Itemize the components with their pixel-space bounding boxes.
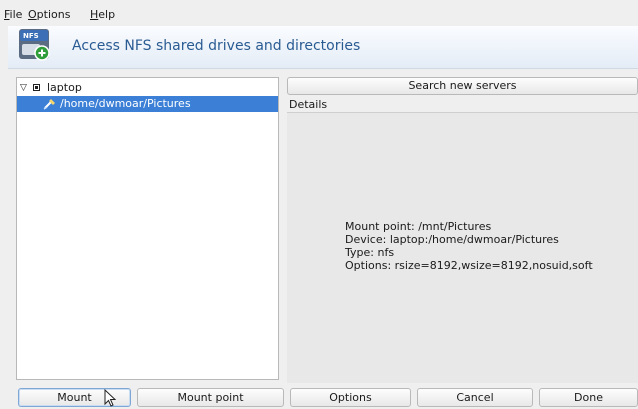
menu-bar: File Options Help: [0, 0, 638, 24]
menu-file[interactable]: File: [4, 8, 22, 21]
mouse-cursor-icon: [104, 389, 116, 407]
nfs-icon-label: NFS: [23, 32, 39, 40]
network-share-icon: [43, 99, 55, 110]
options-button[interactable]: Options: [290, 388, 411, 407]
done-button[interactable]: Done: [539, 388, 638, 407]
detail-device: Device: laptop:/home/dwmoar/Pictures: [345, 233, 559, 246]
details-panel: Mount point: /mnt/Pictures Device: lapto…: [287, 112, 638, 383]
header-banner: NFS Access NFS shared drives and directo…: [8, 26, 638, 69]
server-tree[interactable]: ▽ laptop /home/dwmoar/Pictures: [16, 77, 279, 380]
cancel-button[interactable]: Cancel: [417, 388, 533, 407]
menu-options[interactable]: Options: [28, 8, 70, 21]
details-label: Details: [289, 98, 328, 111]
search-new-servers-button[interactable]: Search new servers: [287, 77, 638, 95]
detail-options: Options: rsize=8192,wsize=8192,nosuid,so…: [345, 259, 593, 272]
menu-help[interactable]: Help: [90, 8, 115, 21]
tree-item-share[interactable]: /home/dwmoar/Pictures: [17, 96, 278, 112]
nfs-drive-icon: NFS: [19, 29, 50, 61]
computer-icon: [33, 84, 40, 91]
page-title: Access NFS shared drives and directories: [72, 38, 361, 54]
detail-mount-point: Mount point: /mnt/Pictures: [345, 220, 492, 233]
mount-point-button[interactable]: Mount point: [137, 388, 284, 407]
tree-share-label: /home/dwmoar/Pictures: [60, 97, 191, 110]
tree-item-laptop[interactable]: ▽ laptop: [17, 80, 278, 96]
tree-host-label: laptop: [47, 81, 82, 94]
expand-arrow-icon[interactable]: ▽: [20, 80, 27, 96]
detail-type: Type: nfs: [345, 246, 395, 259]
